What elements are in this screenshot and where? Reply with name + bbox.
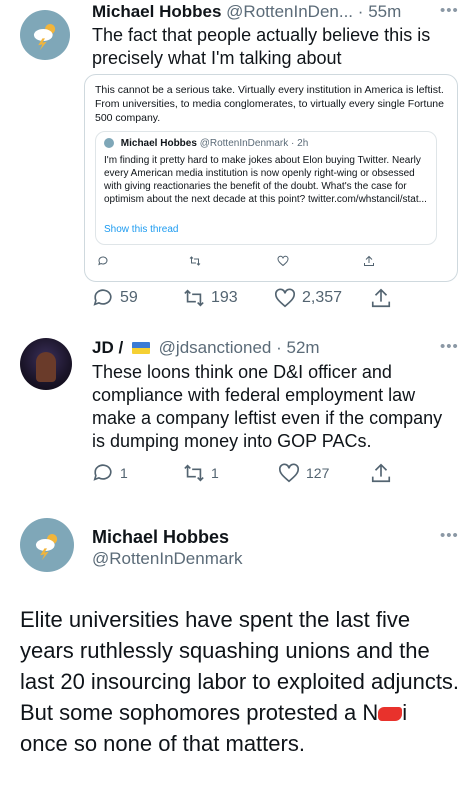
tweet-header: JD / @jdsanctioned · 52m	[92, 338, 320, 357]
reply-icon[interactable]	[97, 255, 109, 267]
like-icon[interactable]	[277, 255, 289, 267]
inner-header: Michael Hobbes @RottenInDenmark · 2h	[104, 138, 308, 149]
more-options-icon[interactable]: •••	[440, 2, 459, 19]
retweet-icon[interactable]	[189, 255, 201, 267]
avatar[interactable]	[20, 10, 70, 60]
retweet-icon	[184, 464, 204, 482]
retweet-count: 1	[211, 465, 219, 481]
like-count: 2,357	[302, 289, 343, 306]
author-handle[interactable]: @RottenInDenmark	[92, 549, 243, 569]
reply-icon	[93, 464, 112, 481]
inner-timestamp: 2h	[297, 138, 309, 149]
reply-button[interactable]: 59	[92, 287, 138, 309]
inner-author-handle[interactable]: @RottenInDenmark	[200, 138, 289, 149]
like-button[interactable]: 2,357	[274, 287, 342, 309]
quoted-tweet[interactable]: This cannot be a serious take. Virtually…	[84, 74, 458, 282]
retweet-button[interactable]: 1	[183, 462, 219, 484]
author-name[interactable]: JD /	[92, 338, 123, 357]
share-icon	[371, 288, 391, 308]
avatar-figure	[36, 352, 56, 382]
tweet-text: Elite universities have spent the last f…	[20, 604, 460, 759]
author-handle[interactable]: @RottenInDen...	[226, 2, 353, 21]
tweet-header: Michael Hobbes @RottenInDen... · 55m	[92, 2, 402, 21]
more-options-icon[interactable]: •••	[440, 527, 459, 544]
author-handle[interactable]: @jdsanctioned	[159, 338, 272, 357]
quoted-tweet-text: This cannot be a serious take. Virtually…	[95, 84, 444, 124]
avatar[interactable]	[20, 338, 72, 390]
share-icon	[371, 463, 391, 483]
tweet-text: The fact that people actually believe th…	[92, 25, 431, 68]
share-icon[interactable]	[363, 255, 375, 267]
ukraine-flag-icon	[131, 342, 150, 354]
reply-count: 59	[120, 289, 138, 306]
reply-button[interactable]: 1	[92, 462, 128, 484]
more-options-icon[interactable]: •••	[440, 338, 459, 355]
inner-avatar	[104, 138, 114, 149]
show-thread-link[interactable]: Show this thread	[104, 224, 179, 235]
weather-icon	[35, 533, 58, 561]
retweet-button[interactable]: 193	[183, 287, 238, 309]
reply-icon	[93, 289, 112, 306]
tweet-text: These loons think one D&I officer and co…	[92, 362, 443, 451]
inner-author-name[interactable]: Michael Hobbes	[121, 138, 197, 149]
timestamp[interactable]: 52m	[287, 338, 320, 357]
inner-tweet-text: I'm finding it pretty hard to make jokes…	[104, 155, 427, 205]
inner-quoted-tweet[interactable]: Michael Hobbes @RottenInDenmark · 2h I'm…	[95, 131, 437, 245]
reply-count: 1	[120, 465, 128, 481]
timestamp[interactable]: 55m	[368, 2, 401, 21]
author-name[interactable]: Michael Hobbes	[92, 527, 229, 548]
like-icon	[279, 463, 299, 483]
retweet-count: 193	[211, 289, 238, 306]
retweet-icon	[184, 289, 204, 307]
redaction-mark	[378, 707, 403, 722]
avatar[interactable]	[20, 518, 74, 572]
share-button[interactable]	[370, 287, 392, 309]
like-icon	[275, 288, 295, 308]
weather-icon	[33, 23, 56, 51]
share-button[interactable]	[370, 462, 392, 484]
author-name[interactable]: Michael Hobbes	[92, 2, 221, 21]
like-count: 127	[306, 465, 330, 481]
like-button[interactable]: 127	[278, 462, 329, 484]
